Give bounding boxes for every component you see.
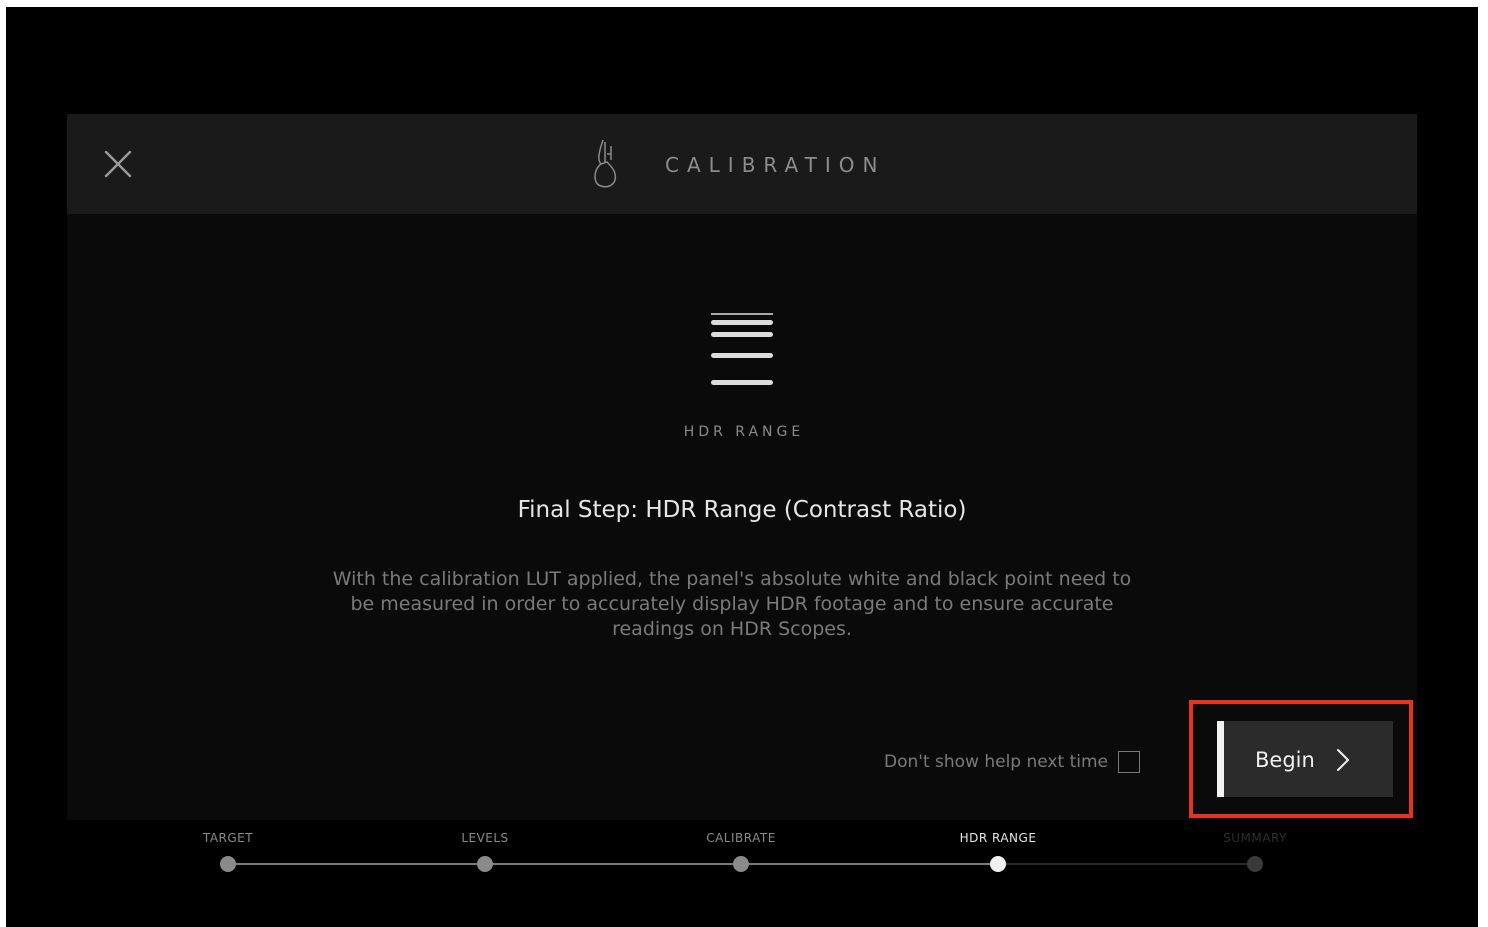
step-dot[interactable] — [477, 856, 493, 872]
step-label[interactable]: CALIBRATE — [661, 830, 821, 846]
step-summary[interactable]: SUMMARY — [1175, 830, 1335, 872]
stepper-track-remaining — [998, 863, 1255, 865]
step-label[interactable]: SUMMARY — [1175, 830, 1335, 846]
step-label[interactable]: HDR RANGE — [918, 830, 1078, 846]
dont-show-help-option[interactable]: Don't show help next time — [884, 750, 1140, 774]
step-description: With the calibration LUT applied, the pa… — [332, 568, 1132, 640]
step-dot[interactable] — [220, 856, 236, 872]
calibration-logo-icon — [594, 139, 617, 188]
step-calibrate[interactable]: CALIBRATE — [661, 830, 821, 872]
step-levels[interactable]: LEVELS — [405, 830, 565, 872]
dont-show-help-label[interactable]: Don't show help next time — [884, 752, 1108, 772]
stepper-track-completed — [228, 863, 998, 865]
dialog-title: CALIBRATION — [665, 153, 886, 177]
step-label[interactable]: LEVELS — [405, 830, 565, 846]
step-hdr-range[interactable]: HDR RANGE — [918, 830, 1078, 872]
step-dot[interactable] — [733, 856, 749, 872]
step-target[interactable]: TARGET — [148, 830, 308, 872]
begin-button-label[interactable]: Begin — [1255, 747, 1315, 773]
begin-button-accent-bar — [1217, 721, 1224, 797]
begin-button[interactable]: Begin — [1217, 721, 1393, 797]
step-label[interactable]: TARGET — [148, 830, 308, 846]
step-dot[interactable] — [990, 856, 1006, 872]
dont-show-help-checkbox[interactable] — [1117, 751, 1140, 773]
close-icon[interactable] — [101, 147, 135, 181]
step-icon-label: HDR RANGE — [683, 424, 805, 440]
calibration-dialog: CALIBRATION HDR RANGE Final Step: HDR Ra… — [67, 114, 1417, 820]
step-dot[interactable] — [1247, 856, 1263, 872]
dialog-header: CALIBRATION — [67, 114, 1417, 214]
hdr-range-icon — [711, 313, 773, 385]
close-button[interactable] — [101, 147, 135, 181]
progress-stepper: TARGET LEVELS CALIBRATE HDR RANGE SUMMAR… — [0, 830, 1488, 880]
step-heading: Final Step: HDR Range (Contrast Ratio) — [517, 497, 967, 523]
chevron-right-icon[interactable] — [1335, 747, 1351, 773]
